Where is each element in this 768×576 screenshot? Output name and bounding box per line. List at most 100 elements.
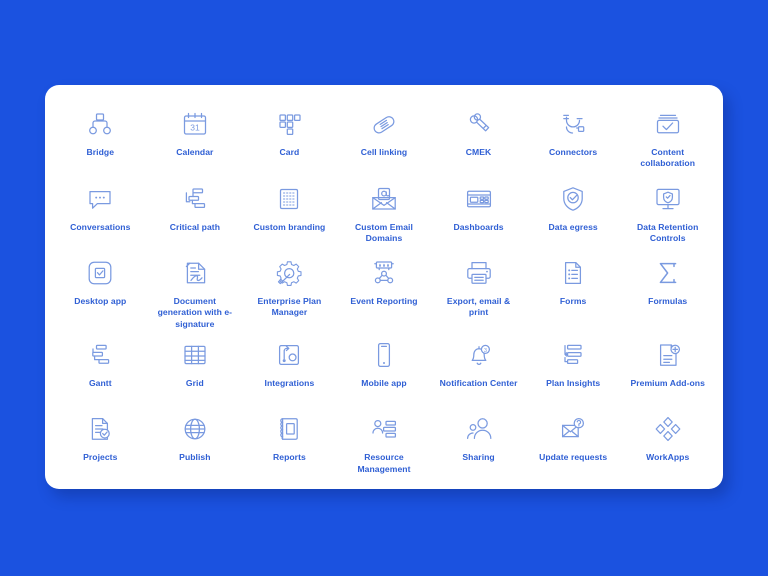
gantt-icon [84, 339, 116, 371]
icon-tile-label: Data egress [548, 221, 598, 232]
icon-tile-label: Card [279, 147, 300, 157]
icon-tile-label: Cell linking [360, 147, 408, 157]
icon-tile[interactable]: Resource Management [337, 404, 432, 479]
icon-tile[interactable]: Conversations [53, 174, 148, 249]
icon-tile-label: Bridge [86, 147, 115, 157]
icon-tile[interactable]: Publish [148, 404, 243, 479]
shield-check-icon [557, 183, 589, 215]
icon-tile[interactable]: Export, email & print [431, 248, 526, 330]
icon-tile-label: Plan Insights [546, 377, 601, 388]
gear-wrench-icon [273, 257, 305, 289]
icon-tile-label: Resource Management [357, 452, 411, 474]
icon-tile[interactable]: Enterprise Plan Manager [242, 248, 337, 330]
speech-bubble-icon [84, 183, 116, 215]
page-background: Bridge 31 Calendar Card Cell linking CMEK Conn… [0, 0, 768, 576]
icon-tile[interactable]: Plan Insights [526, 330, 621, 405]
icon-tile[interactable]: Content collaboration [620, 99, 715, 174]
icon-tile[interactable]: Projects [53, 404, 148, 479]
icon-tile[interactable]: 3 Notification Center [431, 330, 526, 405]
printer-icon [463, 257, 495, 289]
grid-table-icon [179, 339, 211, 371]
icon-tile[interactable]: Data Retention Controls [620, 174, 715, 249]
icon-tile[interactable]: Gantt [53, 330, 148, 405]
document-plus-icon [652, 339, 684, 371]
svg-text:31: 31 [190, 122, 200, 132]
icon-tile[interactable]: 31 Calendar [148, 99, 243, 174]
icon-tile-label: Connectors [549, 147, 598, 157]
icon-tile[interactable]: Critical path [148, 174, 243, 249]
resource-management-icon [368, 413, 400, 445]
icon-tile-label: Dashboards [453, 221, 504, 232]
checkbox-folder-icon [652, 108, 684, 140]
link-icon [368, 108, 400, 140]
document-signature-icon [179, 257, 211, 289]
icon-tile-label: Reports [273, 452, 306, 463]
icon-tile-label: Export, email & print [446, 296, 511, 318]
icon-tile[interactable]: CMEK [431, 99, 526, 174]
icon-tile-label: Desktop app [74, 296, 127, 307]
icon-tile[interactable]: Dashboards [431, 174, 526, 249]
icon-tile-label: Calendar [176, 147, 214, 157]
integrations-icon [273, 339, 305, 371]
icon-grid: Bridge 31 Calendar Card Cell linking CMEK Conn… [53, 99, 715, 479]
icon-tile[interactable]: Custom branding [242, 174, 337, 249]
project-check-icon [84, 413, 116, 445]
icon-tile-label: Critical path [169, 221, 220, 232]
icon-tile-label: Mobile app [361, 377, 407, 388]
icon-tile-label: Conversations [70, 221, 131, 232]
icon-tile-label: Grid [185, 377, 204, 388]
icon-tile-label: Integrations [264, 377, 315, 388]
icon-tile-label: Notification Center [439, 377, 518, 388]
icon-tile-label: Enterprise Plan Manager [257, 296, 322, 318]
icon-tile[interactable]: Integrations [242, 330, 337, 405]
icon-tile-label: Document generation with e-signature [157, 296, 233, 329]
icon-tile[interactable]: Desktop app [53, 248, 148, 330]
icon-tile[interactable]: Event Reporting [337, 248, 432, 330]
icon-tile[interactable]: Forms [526, 248, 621, 330]
icon-tile[interactable]: Update requests [526, 404, 621, 479]
icon-tile-label: Gantt [88, 377, 112, 388]
icon-tile[interactable]: Grid [148, 330, 243, 405]
icon-tile[interactable]: Document generation with e-signature [148, 248, 243, 330]
svg-text:3: 3 [483, 348, 486, 354]
icon-tile[interactable]: Card [242, 99, 337, 174]
icon-tile[interactable]: Sharing [431, 404, 526, 479]
email-at-icon [368, 183, 400, 215]
icon-tile[interactable]: Reports [242, 404, 337, 479]
monitor-shield-icon [652, 183, 684, 215]
icon-tile-label: Premium Add-ons [630, 377, 705, 388]
bridge-icon [84, 108, 116, 140]
globe-icon [179, 413, 211, 445]
icon-tile-label: WorkApps [646, 452, 690, 463]
icon-tile[interactable]: Mobile app [337, 330, 432, 405]
icon-tile-label: Sharing [462, 452, 495, 463]
keys-icon [463, 108, 495, 140]
dashboard-layout-icon [463, 183, 495, 215]
plug-icon [557, 108, 589, 140]
branding-grid-icon [273, 183, 305, 215]
icon-card: Bridge 31 Calendar Card Cell linking CMEK Conn… [45, 85, 723, 489]
icon-tile-label: Custom branding [253, 221, 326, 232]
icon-tile[interactable]: Connectors [526, 99, 621, 174]
icon-tile[interactable]: Cell linking [337, 99, 432, 174]
sigma-icon [652, 257, 684, 289]
diamond-cluster-icon [652, 413, 684, 445]
event-reporting-icon [368, 257, 400, 289]
plan-insights-icon [557, 339, 589, 371]
card-icon [273, 108, 305, 140]
icon-tile[interactable]: WorkApps [620, 404, 715, 479]
icon-tile-label: Publish [179, 452, 211, 463]
critical-path-icon [179, 183, 211, 215]
icon-tile-label: Event Reporting [350, 296, 418, 307]
icon-tile[interactable]: Premium Add-ons [620, 330, 715, 405]
icon-tile[interactable]: Formulas [620, 248, 715, 330]
icon-tile-label: Forms [559, 296, 587, 307]
icon-tile[interactable]: Data egress [526, 174, 621, 249]
people-share-icon [463, 413, 495, 445]
desktop-app-icon [84, 257, 116, 289]
bell-badge-icon: 3 [463, 339, 495, 371]
icon-tile[interactable]: Custom Email Domains [337, 174, 432, 249]
envelope-question-icon [557, 413, 589, 445]
icon-tile[interactable]: Bridge [53, 99, 148, 174]
icon-tile-label: Formulas [648, 296, 688, 307]
